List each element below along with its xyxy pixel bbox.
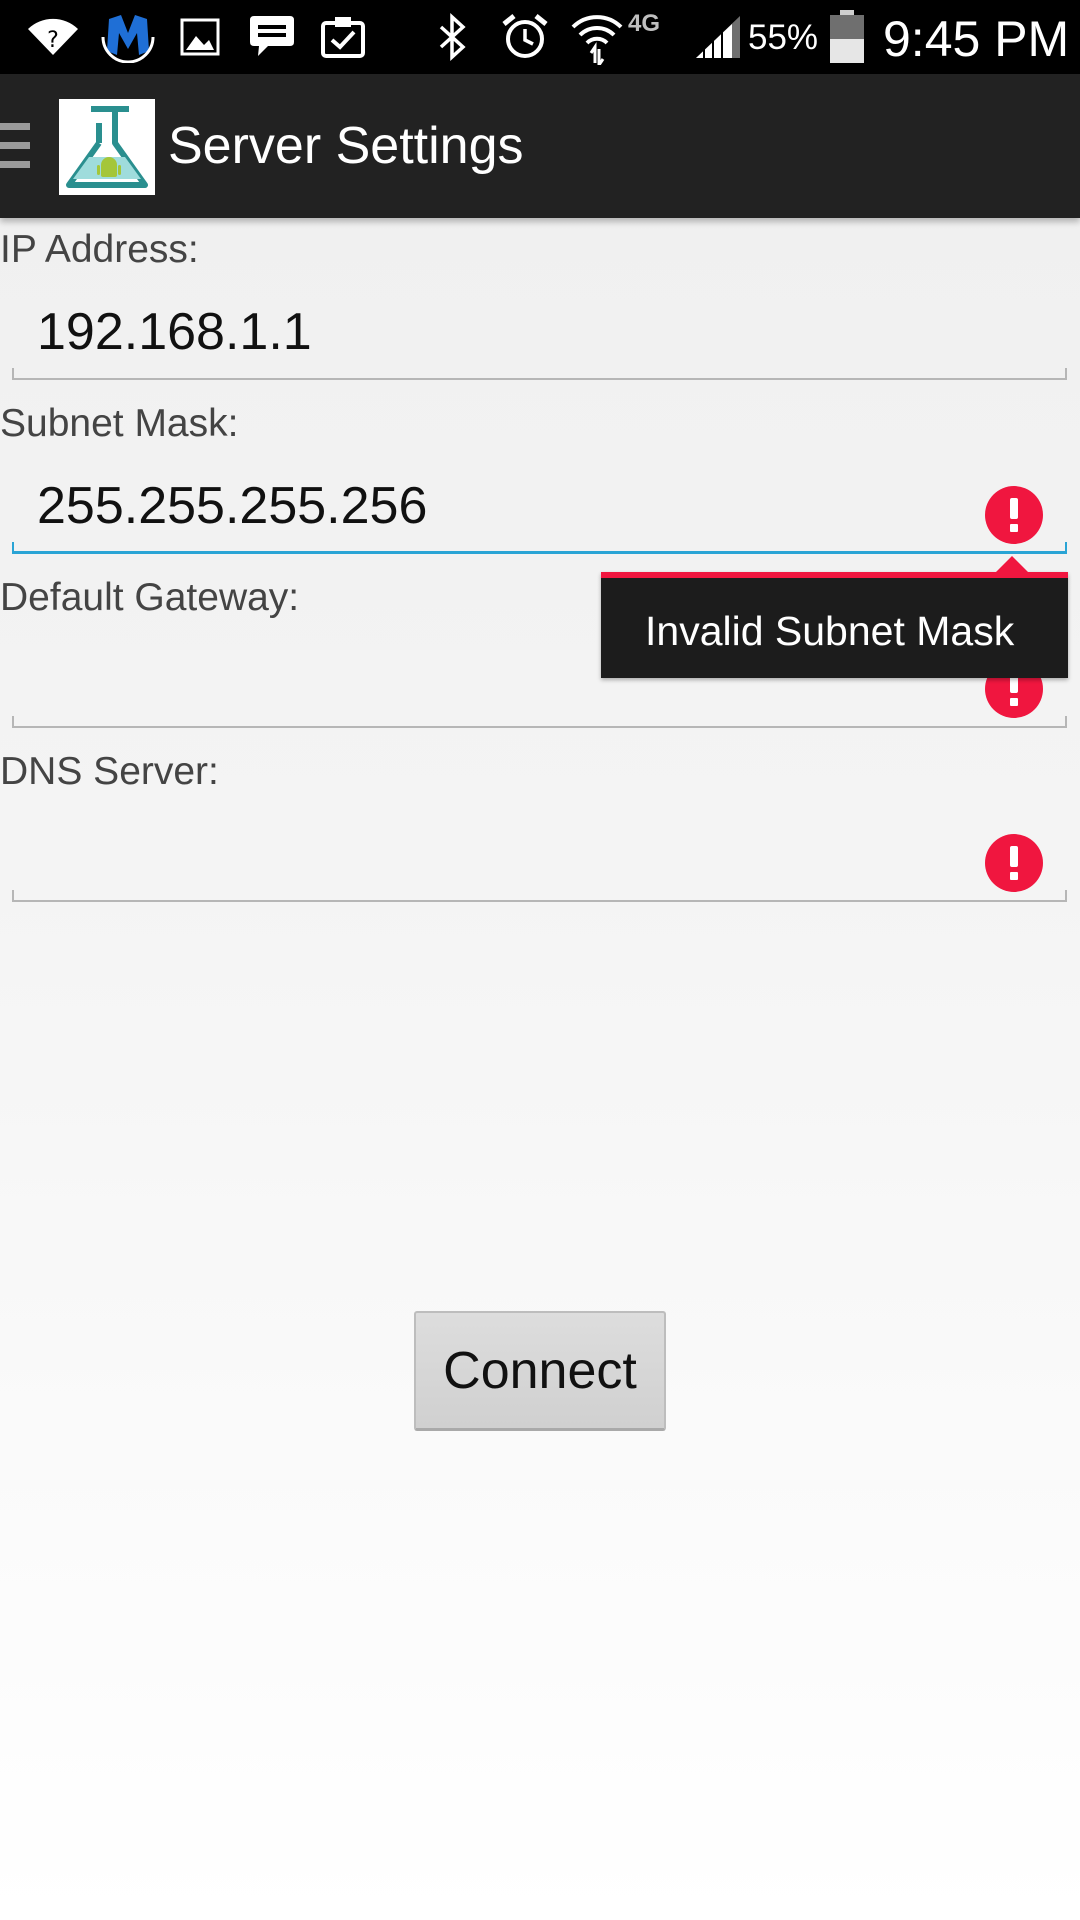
subnet-mask-error-popup: Invalid Subnet Mask bbox=[601, 556, 1068, 678]
ip-address-input[interactable]: 192.168.1.1 bbox=[12, 288, 1067, 380]
message-icon bbox=[243, 0, 301, 74]
signal-icon bbox=[690, 0, 746, 74]
app-flask-android-icon[interactable] bbox=[59, 99, 155, 195]
svg-text:?: ? bbox=[47, 28, 59, 53]
connect-button[interactable]: Connect bbox=[414, 1311, 666, 1431]
error-message: Invalid Subnet Mask bbox=[645, 608, 1015, 654]
network-type-label: 4G bbox=[628, 10, 661, 37]
wifi-question-icon: ? bbox=[22, 0, 84, 74]
dns-server-underline bbox=[12, 890, 1067, 902]
ip-address-value: 192.168.1.1 bbox=[37, 303, 312, 361]
ip-address-label: IP Address: bbox=[0, 228, 199, 271]
dns-server-input[interactable] bbox=[12, 810, 1067, 902]
clipboard-check-icon bbox=[315, 0, 371, 74]
battery-percent: 55% bbox=[748, 18, 819, 57]
page-title: Server Settings bbox=[168, 117, 524, 175]
wifi-icon bbox=[566, 0, 628, 74]
menu-icon[interactable] bbox=[0, 123, 30, 169]
malwarebytes-icon bbox=[97, 0, 159, 74]
default-gateway-label: Default Gateway: bbox=[0, 576, 300, 619]
ip-address-underline bbox=[12, 368, 1067, 380]
clock: 9:45 PM bbox=[883, 11, 1070, 67]
popup-arrow bbox=[996, 556, 1028, 572]
subnet-mask-value: 255.255.255.256 bbox=[37, 477, 428, 535]
alarm-icon bbox=[497, 0, 553, 74]
lte-icon: 4G bbox=[628, 0, 684, 84]
battery-icon bbox=[825, 0, 869, 74]
subnet-mask-input[interactable]: 255.255.255.256 bbox=[12, 462, 1067, 554]
bluetooth-icon bbox=[430, 0, 474, 74]
action-bar: Server Settings bbox=[0, 74, 1080, 218]
dns-server-error-icon[interactable] bbox=[985, 834, 1043, 892]
subnet-mask-underline bbox=[12, 542, 1067, 554]
gallery-icon bbox=[175, 0, 225, 74]
status-bar: ? 4G 55% 9:45 PM bbox=[0, 0, 1080, 74]
default-gateway-underline bbox=[12, 716, 1067, 728]
subnet-mask-label: Subnet Mask: bbox=[0, 402, 239, 445]
subnet-mask-error-icon[interactable] bbox=[985, 486, 1043, 544]
dns-server-label: DNS Server: bbox=[0, 750, 219, 793]
